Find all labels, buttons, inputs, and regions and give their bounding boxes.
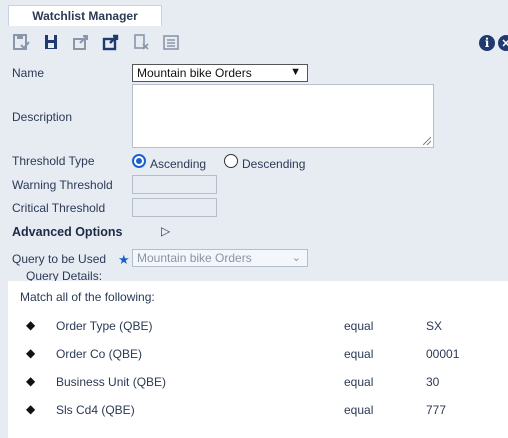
threshold-type-label: Threshold Type	[12, 154, 95, 168]
critical-threshold-input[interactable]	[132, 198, 217, 217]
query-select-value: Mountain bike Orders	[137, 251, 252, 265]
save-icon[interactable]	[42, 33, 60, 51]
table-row: ◆ Order Type (QBE) equal SX	[8, 318, 508, 335]
query-details-panel: Match all of the following: ◆ Order Type…	[8, 281, 508, 438]
row-value: 777	[426, 403, 447, 417]
close-icon[interactable]: ✕	[498, 35, 508, 51]
advanced-options-toggle[interactable]: Advanced Options	[12, 225, 122, 239]
critical-threshold-label: Critical Threshold	[12, 201, 106, 215]
watchlist-manager-panel: i ✕ Name Mountain bike Orders ▼ Descript…	[0, 26, 508, 438]
export-icon[interactable]	[72, 33, 90, 51]
delete-icon[interactable]	[132, 33, 150, 51]
match-all-text: Match all of the following:	[20, 290, 155, 304]
bullet-icon: ◆	[26, 318, 36, 332]
ascending-radio[interactable]	[132, 154, 146, 168]
save-check-icon[interactable]	[12, 33, 30, 51]
row-field: Order Co (QBE)	[56, 347, 143, 361]
descending-radio[interactable]	[224, 154, 238, 168]
expand-arrow-icon[interactable]: ▷	[161, 224, 170, 238]
table-row: ◆ Order Co (QBE) equal 00001	[8, 346, 508, 363]
row-value: SX	[426, 319, 443, 333]
row-operator: equal	[344, 319, 374, 333]
description-field[interactable]	[132, 84, 434, 148]
row-value: 30	[426, 375, 440, 389]
row-field: Business Unit (QBE)	[56, 375, 167, 389]
descending-label: Descending	[242, 157, 306, 171]
chevron-down-icon: ▼	[290, 66, 301, 78]
table-row: ◆ Business Unit (QBE) equal 30	[8, 374, 508, 391]
tab-watchlist-manager[interactable]: Watchlist Manager	[8, 5, 162, 26]
name-select[interactable]: Mountain bike Orders ▼	[132, 64, 308, 82]
bullet-icon: ◆	[26, 346, 36, 360]
row-operator: equal	[344, 403, 374, 417]
list-icon[interactable]	[162, 33, 180, 51]
bullet-icon: ◆	[26, 374, 36, 388]
warning-threshold-label: Warning Threshold	[12, 178, 113, 192]
ascending-label: Ascending	[150, 157, 207, 171]
resize-handle-icon[interactable]	[423, 137, 431, 145]
description-label: Description	[12, 110, 73, 124]
query-select[interactable]: Mountain bike Orders ⌄	[132, 249, 308, 267]
row-field: Order Type (QBE)	[56, 319, 153, 333]
required-star-icon: ★	[118, 252, 130, 267]
query-label: Query to be Used	[12, 252, 107, 266]
warning-threshold-input[interactable]	[132, 175, 217, 194]
name-label: Name	[12, 66, 45, 80]
info-icon[interactable]: i	[479, 35, 495, 51]
row-operator: equal	[344, 347, 374, 361]
row-field: Sls Cd4 (QBE)	[56, 403, 135, 417]
tab-bar: Watchlist Manager	[0, 0, 508, 26]
bullet-icon: ◆	[26, 402, 36, 416]
name-select-value: Mountain bike Orders	[137, 66, 252, 80]
row-value: 00001	[426, 347, 460, 361]
row-operator: equal	[344, 375, 374, 389]
toolbar	[12, 30, 180, 54]
publish-icon[interactable]	[102, 33, 120, 51]
chevron-down-icon: ⌄	[291, 252, 301, 264]
table-row: ◆ Sls Cd4 (QBE) equal 777	[8, 402, 508, 419]
